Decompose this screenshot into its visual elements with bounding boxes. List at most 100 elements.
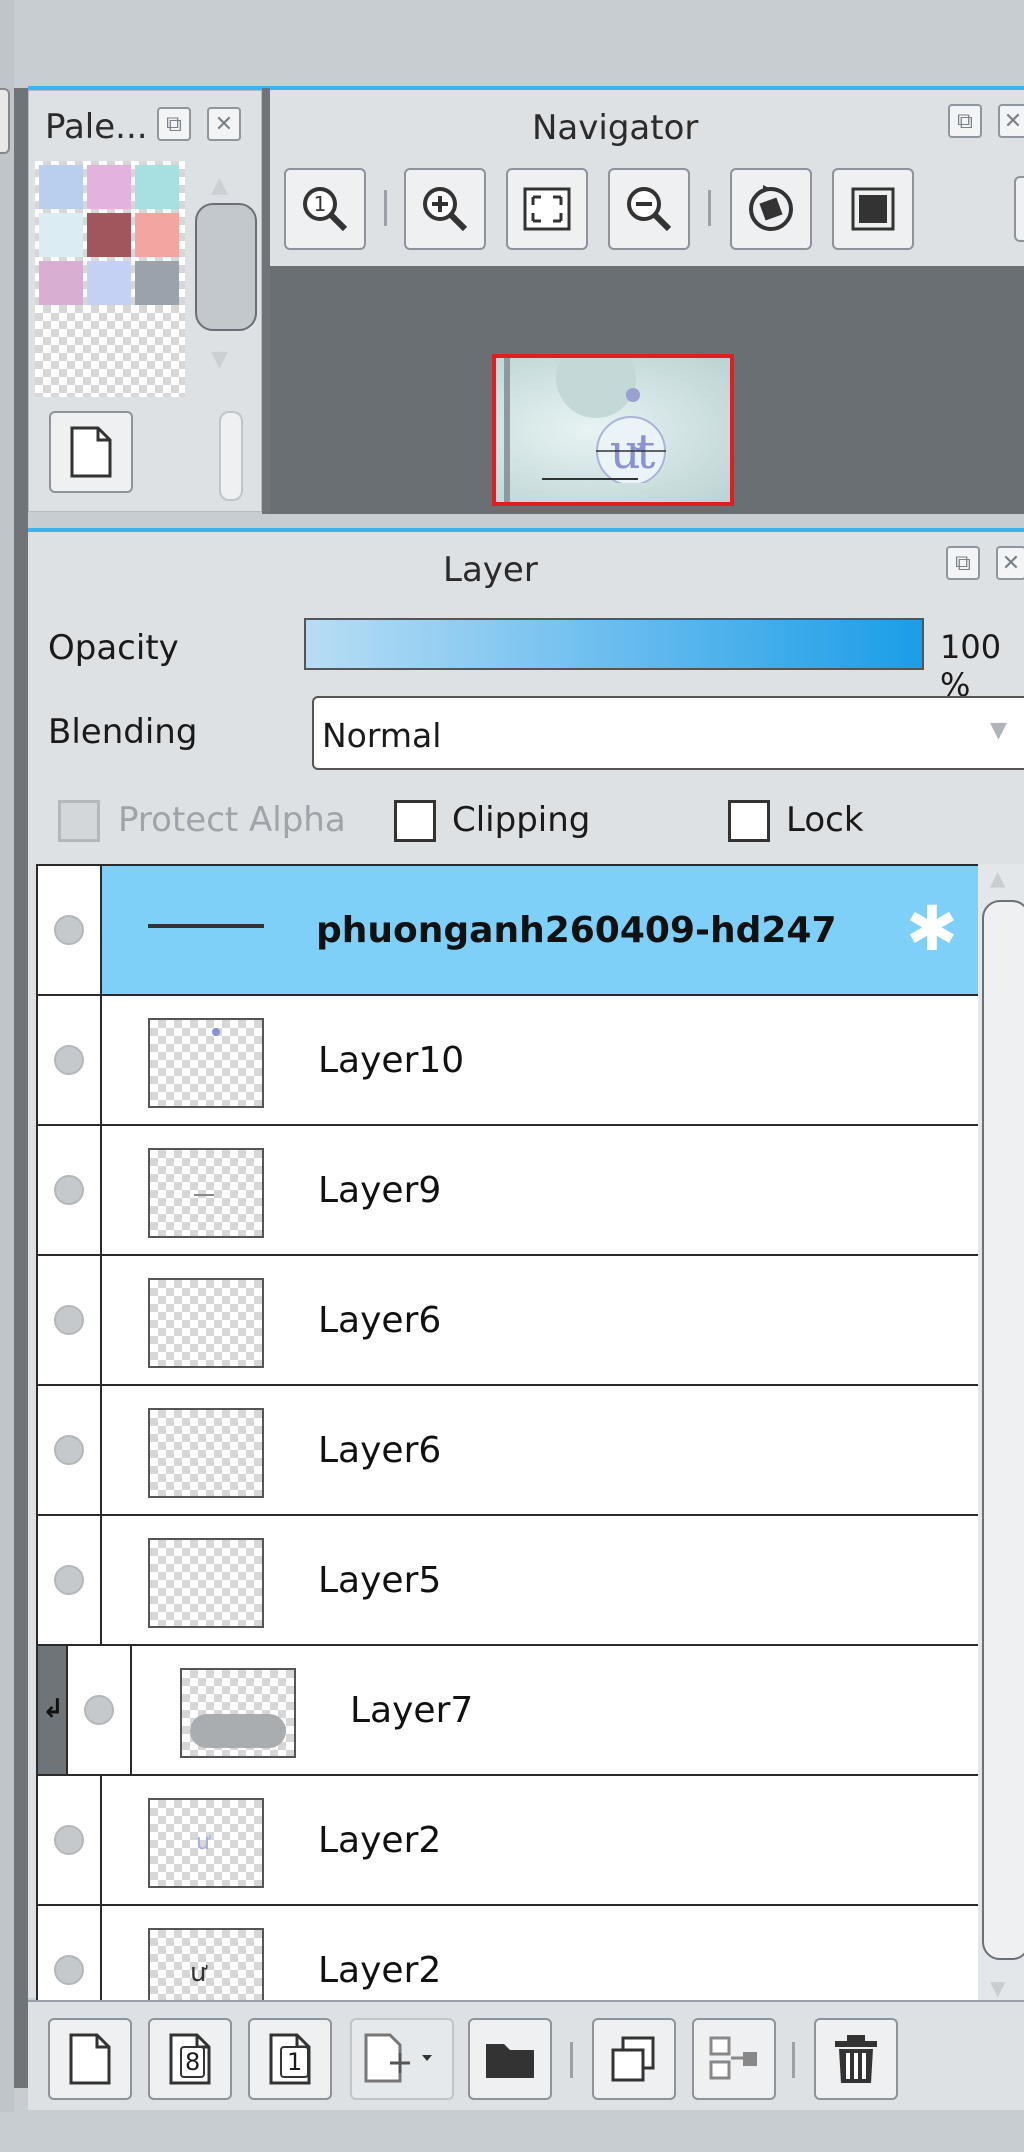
folder-icon <box>486 2044 534 2078</box>
layer-row[interactable]: ư Layer2 <box>38 1906 978 2000</box>
layer-row[interactable]: ư Layer2 <box>38 1776 978 1906</box>
new-8bit-layer-button[interactable]: 8 <box>148 2018 232 2100</box>
layer-thumbnail: ư <box>148 1928 264 2000</box>
zoom-out-icon <box>627 187 672 232</box>
visibility-toggle[interactable] <box>38 1776 102 1904</box>
palette-title: Pale... <box>45 107 148 147</box>
layer-thumbnail <box>148 1408 264 1498</box>
layer-list-scrollbar[interactable]: ▲ ▼ <box>978 864 1024 2000</box>
close-icon[interactable]: ✕ <box>998 104 1024 138</box>
visibility-dot-icon <box>84 1695 114 1725</box>
layer-name: Layer9 <box>318 1169 442 1211</box>
layer-name: Layer2 <box>318 1949 442 1991</box>
layer-name: Layer6 <box>318 1429 442 1471</box>
visibility-toggle[interactable] <box>38 866 102 994</box>
navigator-extra-button[interactable] <box>1014 176 1024 242</box>
layer-row[interactable]: Layer6 <box>38 1256 978 1386</box>
layer-scroll-thumb[interactable] <box>982 900 1024 1960</box>
zoom-in-button[interactable] <box>404 168 486 250</box>
clipping-checkbox[interactable] <box>394 800 436 842</box>
layer-name: Layer10 <box>318 1039 465 1081</box>
opacity-value: 100 % <box>940 628 1002 704</box>
layer-row[interactable]: Layer5 <box>38 1516 978 1646</box>
new-1bit-layer-button[interactable]: 1 <box>248 2018 332 2100</box>
protect-alpha-checkbox[interactable] <box>58 800 100 842</box>
layer-toolbar: 8 1 <box>28 2000 1024 2110</box>
merge-down-button[interactable] <box>692 2018 776 2100</box>
badge-8: 8 <box>180 2046 206 2078</box>
popout-icon[interactable]: ⧉ <box>948 104 982 138</box>
new-palette-button[interactable] <box>49 411 133 493</box>
visibility-toggle[interactable] <box>38 996 102 1124</box>
layer-thumbnail <box>180 1668 296 1758</box>
popout-icon[interactable]: ⧉ <box>157 107 191 141</box>
layer-thumbnail <box>148 924 264 928</box>
palette-swatch[interactable] <box>39 213 83 257</box>
palette-swatch[interactable] <box>39 261 83 305</box>
visibility-toggle[interactable] <box>38 1516 102 1644</box>
rotate-button[interactable] <box>730 168 812 250</box>
panel-divider <box>262 88 270 514</box>
duplicate-layer-button[interactable] <box>592 2018 676 2100</box>
close-icon[interactable]: ✕ <box>996 546 1024 580</box>
visibility-toggle[interactable] <box>38 1386 102 1514</box>
opacity-slider[interactable] <box>304 618 924 670</box>
visibility-toggle[interactable] <box>38 1256 102 1384</box>
toolbar-separator <box>792 2042 795 2078</box>
close-icon[interactable]: ✕ <box>207 107 241 141</box>
popout-icon[interactable]: ⧉ <box>946 546 980 580</box>
new-raster-layer-button[interactable] <box>48 2018 132 2100</box>
svg-text:1: 1 <box>314 192 327 216</box>
new-page-icon <box>70 426 112 478</box>
gear-icon[interactable]: ✱ <box>906 898 958 960</box>
layer-row-selected[interactable]: phuonganh260409-hd247 ✱ <box>38 866 978 996</box>
palette-swatch[interactable] <box>135 165 179 209</box>
layer-name: phuonganh260409-hd247 <box>316 909 837 951</box>
add-layer-dropdown-button[interactable] <box>350 2018 454 2100</box>
scroll-up-arrow-icon[interactable]: ▲ <box>211 173 228 198</box>
palette-swatch[interactable] <box>135 261 179 305</box>
layer-thumbnail <box>148 1278 264 1368</box>
trash-icon <box>835 2035 877 2083</box>
delete-layer-button[interactable] <box>814 2018 898 2100</box>
palette-scroll-thumb[interactable] <box>195 203 257 331</box>
zoom-actual-icon: 1 <box>303 187 348 232</box>
scroll-down-arrow-icon[interactable]: ▼ <box>990 1976 1005 2000</box>
left-edge-tab[interactable] <box>0 88 10 154</box>
palette-swatch[interactable] <box>87 165 131 209</box>
layer-row[interactable]: Layer10 <box>38 996 978 1126</box>
scroll-up-arrow-icon[interactable]: ▲ <box>990 866 1005 890</box>
zoom-100-button[interactable]: 1 <box>284 168 366 250</box>
layer-row-clipped[interactable]: ↲ Layer7 <box>38 1646 978 1776</box>
visibility-dot-icon <box>54 1305 84 1335</box>
lock-label: Lock <box>786 800 864 840</box>
layer-thumbnail <box>148 1018 264 1108</box>
palette-swatch[interactable] <box>87 261 131 305</box>
fit-window-icon <box>523 187 571 231</box>
protect-alpha-label: Protect Alpha <box>118 800 346 840</box>
layer-row[interactable]: Layer9 <box>38 1126 978 1256</box>
visibility-dot-icon <box>54 1825 84 1855</box>
layer-row[interactable]: Layer6 <box>38 1386 978 1516</box>
navigator-preview-image: ưt <box>496 358 730 502</box>
zoom-out-button[interactable] <box>608 168 690 250</box>
blending-select[interactable]: Normal ▼ <box>312 696 1024 770</box>
palette-swatch[interactable] <box>135 213 179 257</box>
flip-button[interactable] <box>832 168 914 250</box>
new-folder-button[interactable] <box>468 2018 552 2100</box>
palette-swatch[interactable] <box>87 213 131 257</box>
palette-bottom-scroll[interactable] <box>219 411 243 501</box>
palette-swatch[interactable] <box>39 165 83 209</box>
left-edge-strip <box>0 0 14 2152</box>
visibility-toggle[interactable] <box>68 1646 132 1774</box>
scroll-down-arrow-icon[interactable]: ▼ <box>211 347 228 372</box>
lock-checkbox[interactable] <box>728 800 770 842</box>
visibility-dot-icon <box>54 1175 84 1205</box>
visibility-toggle[interactable] <box>38 1906 102 2000</box>
fit-window-button[interactable] <box>506 168 588 250</box>
clipping-indicator: ↲ <box>38 1646 68 1774</box>
visibility-toggle[interactable] <box>38 1126 102 1254</box>
palette-scrollbar[interactable]: ▲ ▼ <box>189 171 257 381</box>
opacity-slider-fill <box>306 620 922 668</box>
visibility-dot-icon <box>54 1565 84 1595</box>
